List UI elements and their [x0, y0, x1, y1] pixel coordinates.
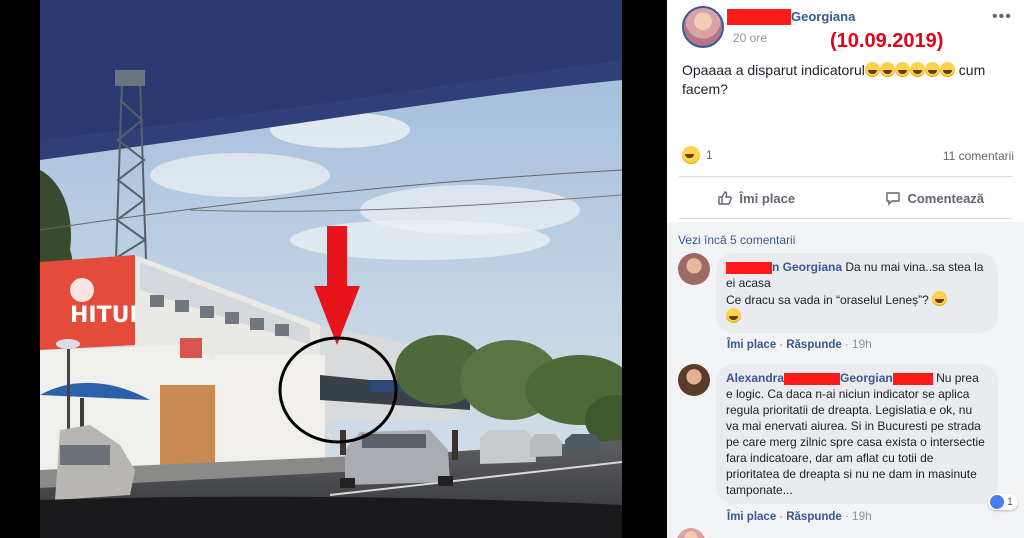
like-button[interactable]: Îmi place — [667, 180, 846, 216]
comment-label: Comentează — [907, 190, 985, 206]
redaction-bar — [892, 372, 933, 385]
reaction-count: 1 — [706, 148, 713, 162]
redaction-bar — [727, 8, 791, 25]
comment-time[interactable]: 19h — [852, 337, 872, 351]
date-annotation: (10.09.2019) — [830, 30, 944, 52]
laughing-emoji-icon — [894, 62, 910, 77]
comment-text: Ce dracu sa vada in “oraselul Leneș”? — [726, 293, 929, 307]
like-label: Îmi place — [739, 190, 796, 206]
divider — [679, 176, 1012, 177]
author-avatar[interactable] — [682, 6, 724, 48]
post-text: Opaaaa a disparut indicatorul cum facem? — [682, 61, 1012, 99]
thumbs-up-icon — [718, 191, 733, 205]
street-photo-drawing: HITURI — [40, 0, 622, 538]
comment-text: Nu prea e logic. Ca daca n-ai niciun ind… — [726, 371, 985, 497]
divider — [679, 218, 1012, 219]
author-name[interactable]: Georgiana — [727, 8, 855, 25]
post-panel: Georgiana 20 ore (10.09.2019) ••• Opaaaa… — [667, 0, 1024, 538]
view-more-comments-link[interactable]: Vezi încă 5 comentarii — [678, 233, 795, 247]
haha-reaction-icon — [682, 146, 700, 164]
comment-bubble: n Georgiana Da nu mai vina..sa stea la e… — [716, 253, 998, 333]
commenter-name[interactable]: Alexandra — [726, 371, 784, 385]
laughing-emoji-icon — [939, 62, 955, 77]
comment-like-count: 1 — [1006, 496, 1013, 508]
reaction-summary[interactable]: 1 — [682, 146, 713, 164]
laughing-emoji-icon — [932, 291, 948, 306]
commenter-avatar[interactable] — [678, 253, 710, 285]
more-options-icon[interactable]: ••• — [992, 8, 1012, 26]
post-actions: Îmi place Comentează — [667, 180, 1024, 216]
comment-like-badge[interactable]: 1 — [987, 494, 1018, 510]
comment-icon — [886, 192, 901, 206]
commenter-name[interactable]: n Georgiana — [772, 260, 842, 274]
comment-like-link[interactable]: Îmi place — [727, 339, 776, 351]
commenter-avatar[interactable] — [678, 364, 710, 396]
mention-link[interactable]: Georgian — [840, 371, 893, 385]
comment-time[interactable]: 19h — [852, 509, 872, 523]
comment-reply-link[interactable]: Răspunde — [786, 511, 842, 523]
laughing-emoji-icon — [909, 62, 925, 77]
photo-viewer: HITURI — [0, 0, 667, 538]
street-photo[interactable]: HITURI — [40, 0, 622, 538]
comment-button[interactable]: Comentează — [846, 180, 1024, 216]
comment-reply-link[interactable]: Răspunde — [786, 339, 842, 351]
comment-meta: Îmi place · Răspunde · 19h — [727, 509, 872, 523]
laughing-emoji-icon — [864, 62, 880, 77]
post-text-main: Opaaaa a disparut indicatorul — [682, 62, 865, 78]
comment-meta: Îmi place · Răspunde · 19h — [727, 337, 872, 351]
comment-like-link[interactable]: Îmi place — [727, 511, 776, 523]
laughing-emoji-icon — [864, 62, 955, 78]
comment-bubble: Alexandra Georgian Nu prea e logic. Ca da… — [716, 364, 998, 504]
redaction-bar — [726, 261, 772, 274]
redaction-bar — [784, 372, 841, 385]
like-reaction-icon — [989, 495, 1004, 509]
laughing-emoji-icon — [726, 308, 741, 323]
comments-count[interactable]: 11 comentarii — [943, 149, 1014, 163]
post-timestamp[interactable]: 20 ore — [733, 31, 767, 45]
laughing-emoji-icon — [924, 62, 940, 77]
author-name-text[interactable]: Georgiana — [791, 9, 855, 24]
laughing-emoji-icon — [879, 62, 895, 77]
